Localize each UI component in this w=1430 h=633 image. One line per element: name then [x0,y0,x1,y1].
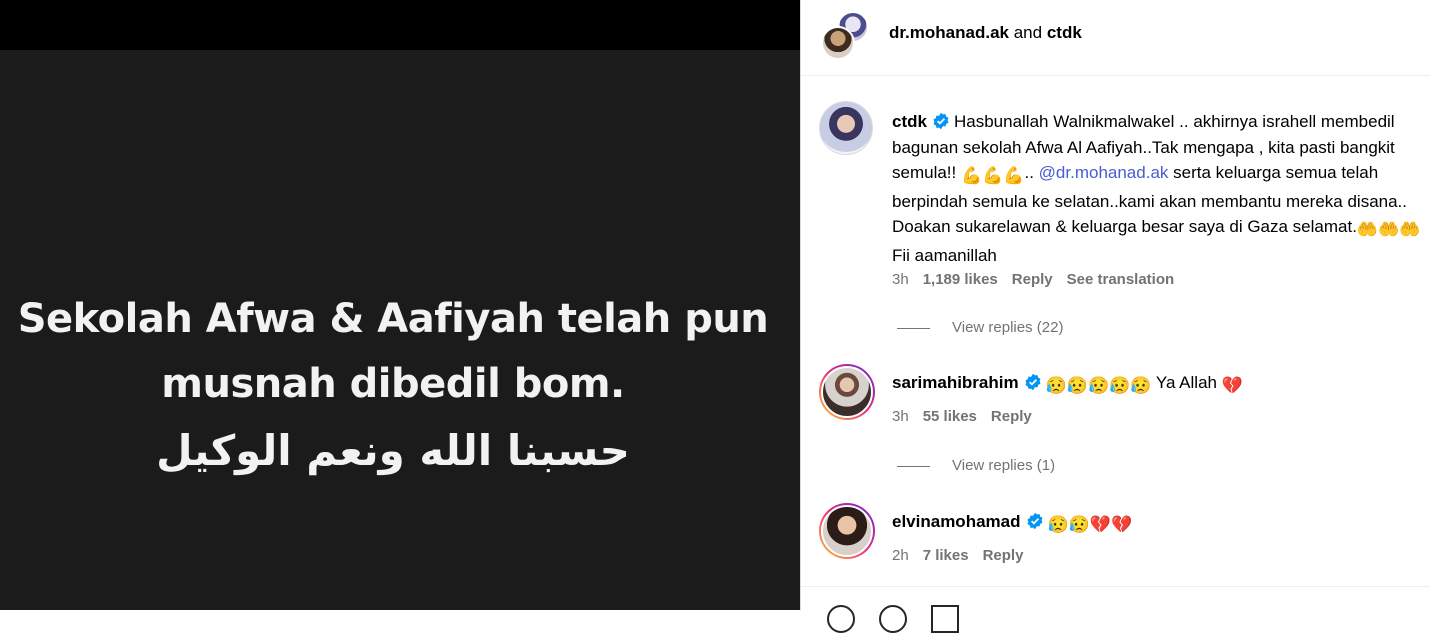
comment-body: elvinamohamad 😥😥💔💔 [892,509,1422,538]
reply-button[interactable]: Reply [1012,271,1053,288]
comment-icon[interactable] [879,605,907,633]
comment-text-4: Fii aamanillah [892,245,997,265]
like-icon[interactable] [827,605,855,633]
comments-panel: dr.mohanad.ak and ctdk ctdk Hasbunallah W… [800,0,1430,633]
comment-time[interactable]: 3h [892,408,909,425]
comment-meta: 3h 55 likes Reply [892,408,1046,425]
comment-time[interactable]: 3h [892,271,909,288]
avatar-dr-mohanad-small[interactable] [821,26,855,60]
comment-body: ctdk Hasbunallah Walnikmalwakel .. akhirn… [892,109,1422,268]
likes-count[interactable]: 7 likes [923,547,969,564]
sad-face-emojis: 😥😥 [1047,515,1090,534]
media-top-bar [0,0,800,50]
action-bar [801,586,1430,633]
post-text-line-2: musnah dibedil bom. [161,361,625,407]
comment-username[interactable]: ctdk [892,112,927,131]
post-media: Sekolah Afwa & Aafiyah telah pun musnah … [0,0,800,610]
sad-face-emojis: 😥😥😥😥😥 [1045,376,1152,395]
comment-meta: 3h 1,189 likes Reply See translation [892,271,1188,288]
broken-heart-emojis: 💔💔 [1089,515,1133,534]
avatar-ctdk[interactable] [819,101,873,155]
comment-body: sarimahibrahim 😥😥😥😥😥 Ya Allah 💔 [892,370,1422,399]
verified-icon [933,112,949,130]
authors-joiner: and [1013,23,1043,42]
author-link-2[interactable]: ctdk [1047,23,1082,42]
replies-divider-line [897,327,930,329]
post-text-line-3: حسبنا الله ونعم الوكيل [156,426,630,475]
flexed-biceps-emojis: 💪💪💪 [960,166,1025,185]
view-replies-button[interactable]: View replies (22) [897,319,1063,336]
post-header: dr.mohanad.ak and ctdk [801,0,1430,76]
avatar-elvinamohamad[interactable] [819,503,875,559]
post-text-line-1: Sekolah Afwa & Aafiyah telah pun [17,296,769,342]
share-icon[interactable] [931,605,959,633]
view-replies-label: View replies (1) [952,457,1056,474]
view-replies-button[interactable]: View replies (1) [897,457,1055,474]
reply-button[interactable]: Reply [991,408,1032,425]
collab-avatars[interactable] [821,10,869,60]
comment-username[interactable]: elvinamohamad [892,512,1021,531]
author-link-1[interactable]: dr.mohanad.ak [889,23,1009,42]
palms-up-emojis: 🤲🤲🤲 [1356,220,1421,239]
comment-username[interactable]: sarimahibrahim [892,373,1019,392]
post-authors: dr.mohanad.ak and ctdk [889,23,1082,43]
likes-count[interactable]: 1,189 likes [923,271,998,288]
reply-button[interactable]: Reply [983,547,1024,564]
avatar-sarimahibrahim[interactable] [819,364,875,420]
see-translation-button[interactable]: See translation [1067,271,1175,288]
replies-divider-line [897,465,930,467]
comment-meta: 2h 7 likes Reply [892,547,1037,564]
comment-text-2: .. [1024,163,1039,182]
broken-heart-emoji: 💔 [1221,376,1243,395]
verified-icon [1025,373,1041,391]
action-icons [823,605,1023,633]
comment-text: Ya Allah [1151,373,1222,392]
verified-icon [1027,512,1042,530]
comment-time[interactable]: 2h [892,547,909,564]
view-replies-label: View replies (22) [952,319,1064,336]
likes-count[interactable]: 55 likes [923,408,977,425]
mention-link[interactable]: @dr.mohanad.ak [1039,163,1169,182]
